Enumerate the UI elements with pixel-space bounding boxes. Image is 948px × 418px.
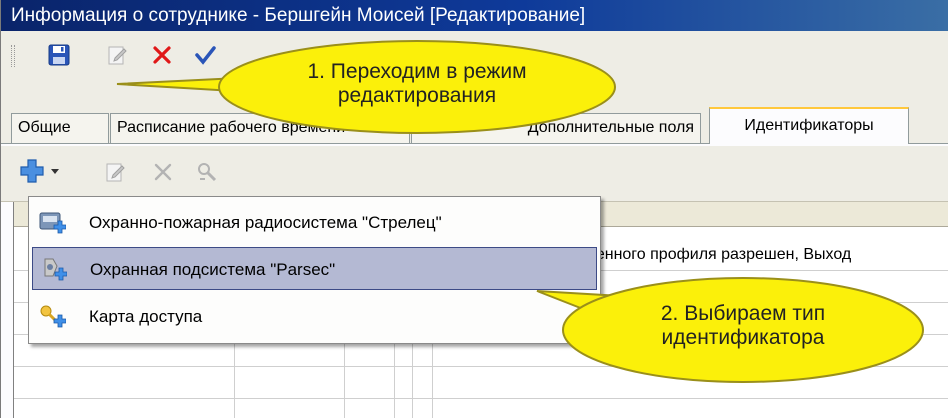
employee-info-window: Информация о сотруднике - Бершгейн Моисе… bbox=[0, 0, 948, 418]
callout-2-text: 2. Выбираем тип идентификатора bbox=[601, 302, 885, 350]
callout-2-line2: идентификатора bbox=[661, 326, 825, 349]
callout-1-line1: 1. Переходим в режим bbox=[307, 60, 527, 83]
callout-1-text: 1. Переходим в режим редактирования bbox=[259, 60, 575, 108]
callout-1-line2: редактирования bbox=[337, 84, 497, 107]
callout-2-line1: 2. Выбираем тип bbox=[660, 302, 826, 325]
